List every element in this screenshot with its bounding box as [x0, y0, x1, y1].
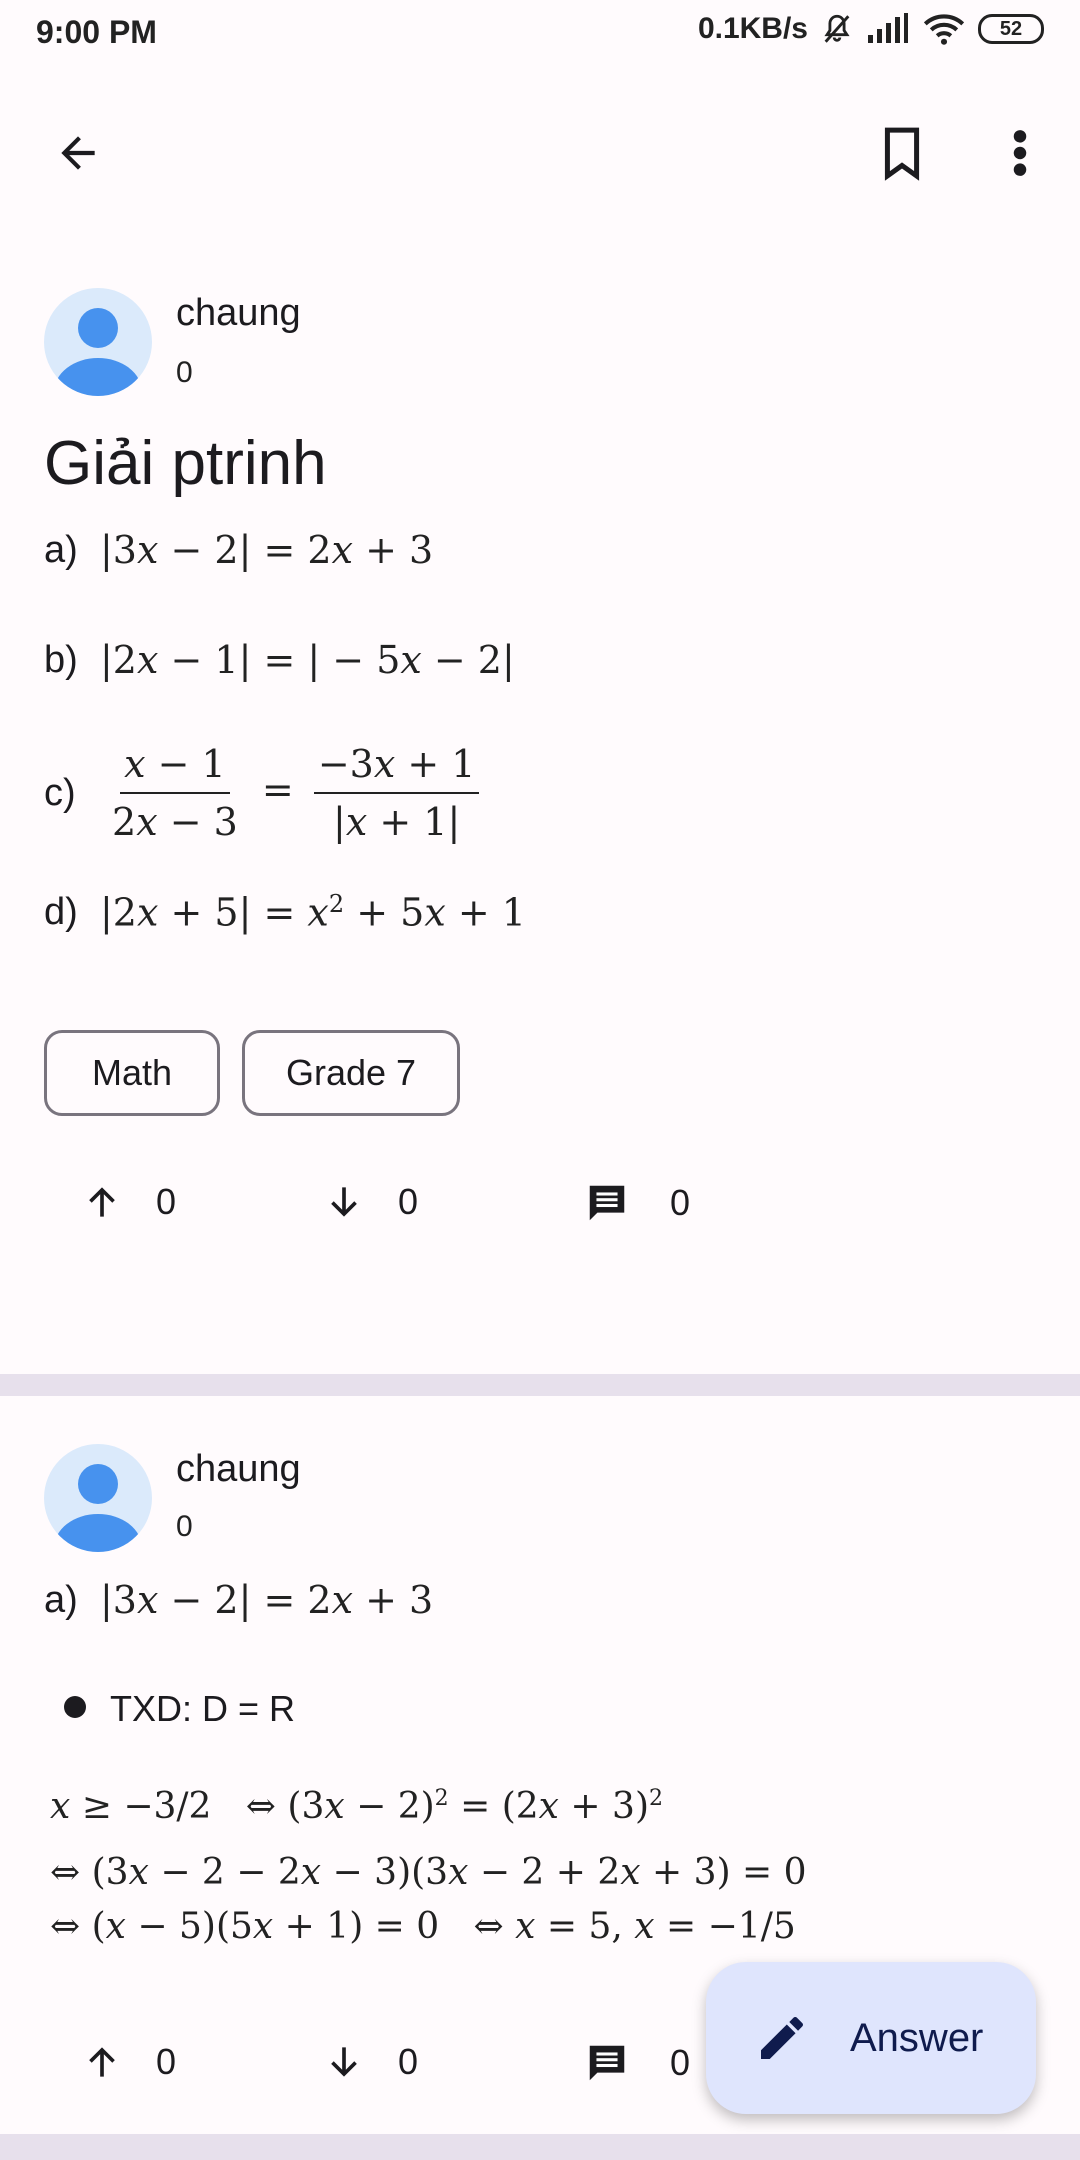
- problem-c: c) x − 1 2x − 3 = −3x + 1 |x + 1|: [44, 742, 487, 844]
- author-name[interactable]: chaung: [176, 292, 301, 335]
- comment-count: 0: [670, 2042, 691, 2083]
- answer-fab[interactable]: Answer: [706, 1962, 1036, 2114]
- author-score: 0: [176, 356, 193, 389]
- domain-statement: TXD: D = R: [110, 1688, 296, 1729]
- problem-label: a): [44, 528, 78, 571]
- more-options-button[interactable]: [980, 113, 1060, 193]
- app-bar: [0, 100, 1080, 210]
- network-speed: 0.1KB/s: [697, 12, 808, 45]
- comments-button[interactable]: 0: [584, 2040, 690, 2086]
- comments-button[interactable]: 0: [584, 1180, 690, 1226]
- equation: |2x − 1| = | − 5x − 2|: [100, 638, 515, 682]
- section-divider: [0, 2134, 1080, 2160]
- arrow-back-icon: [61, 136, 95, 170]
- solution-line-2: ⇔ (3x − 2 − 2x − 3)(3x − 2 + 2x + 3) = 0: [50, 1852, 807, 1893]
- comment-icon: [589, 1185, 625, 1221]
- equation: |2x + 5| = x2 + 5x + 1: [100, 890, 526, 935]
- arrow-down-icon: [331, 1187, 357, 1217]
- tag-chip[interactable]: Grade 7: [242, 1030, 460, 1116]
- problem-b: b) |2x − 1| = | − 5x − 2|: [44, 638, 515, 682]
- pencil-icon: [761, 2016, 804, 2059]
- back-button[interactable]: [38, 113, 118, 193]
- avatar[interactable]: [44, 288, 152, 396]
- arrow-up-icon: [89, 2047, 115, 2077]
- status-time: 9:00 PM: [36, 14, 157, 50]
- bullet-point: [64, 1696, 86, 1718]
- status-indicators: 0.1KB/s 52: [698, 12, 1044, 46]
- equation: x − 1 2x − 3 = −3x + 1 |x + 1|: [100, 742, 487, 844]
- equation: |3x − 2| = 2x + 3: [100, 1578, 434, 1622]
- wifi-icon: [923, 14, 965, 45]
- downvote-button[interactable]: 0: [322, 2040, 418, 2084]
- problem-label: b): [44, 638, 78, 681]
- problem-label: d): [44, 890, 78, 933]
- section-divider: [0, 1374, 1080, 1396]
- user-icon: [54, 1464, 142, 1552]
- status-bar: 9:00 PM 0.1KB/s 52: [0, 0, 1080, 66]
- problem-label: a): [44, 1578, 78, 1621]
- avatar[interactable]: [44, 1444, 152, 1552]
- battery-indicator: 52: [978, 14, 1044, 44]
- author-score: 0: [176, 1510, 193, 1543]
- more-vert-icon: [1013, 130, 1027, 176]
- downvote-button[interactable]: 0: [322, 1180, 418, 1224]
- problem-label: c): [44, 771, 76, 814]
- downvote-count: 0: [398, 1181, 419, 1222]
- equation: |3x − 2| = 2x + 3: [100, 528, 434, 572]
- mute-icon: [824, 14, 850, 43]
- solution-line-3: ⇔ (x − 5)(5x + 1) = 0 ⇔ x = 5, x = −1/5: [50, 1906, 796, 1947]
- author-name[interactable]: chaung: [176, 1448, 301, 1491]
- problem-d: d) |2x + 5| = x2 + 5x + 1: [44, 890, 526, 935]
- upvote-button[interactable]: 0: [80, 2040, 176, 2084]
- comment-icon: [589, 2045, 625, 2081]
- arrow-up-icon: [89, 1187, 115, 1217]
- problem-a: a) |3x − 2| = 2x + 3: [44, 528, 433, 572]
- upvote-count: 0: [156, 2041, 177, 2082]
- upvote-count: 0: [156, 1181, 177, 1222]
- comment-count: 0: [670, 1182, 691, 1223]
- signal-icon: [868, 13, 908, 43]
- question-title: Giải ptrinh: [44, 429, 327, 498]
- tag-chip[interactable]: Math: [44, 1030, 220, 1116]
- upvote-button[interactable]: 0: [80, 1180, 176, 1224]
- arrow-down-icon: [331, 2047, 357, 2077]
- fab-label: Answer: [850, 2015, 984, 2060]
- bookmark-button[interactable]: [862, 113, 942, 193]
- user-icon: [54, 308, 142, 396]
- solution-line-1: x ≥ −3/2 ⇔ (3x − 2)2 = (2x + 3)2: [50, 1786, 663, 1827]
- bookmark-icon: [884, 127, 920, 181]
- downvote-count: 0: [398, 2041, 419, 2082]
- answer-problem-a: a) |3x − 2| = 2x + 3: [44, 1578, 433, 1622]
